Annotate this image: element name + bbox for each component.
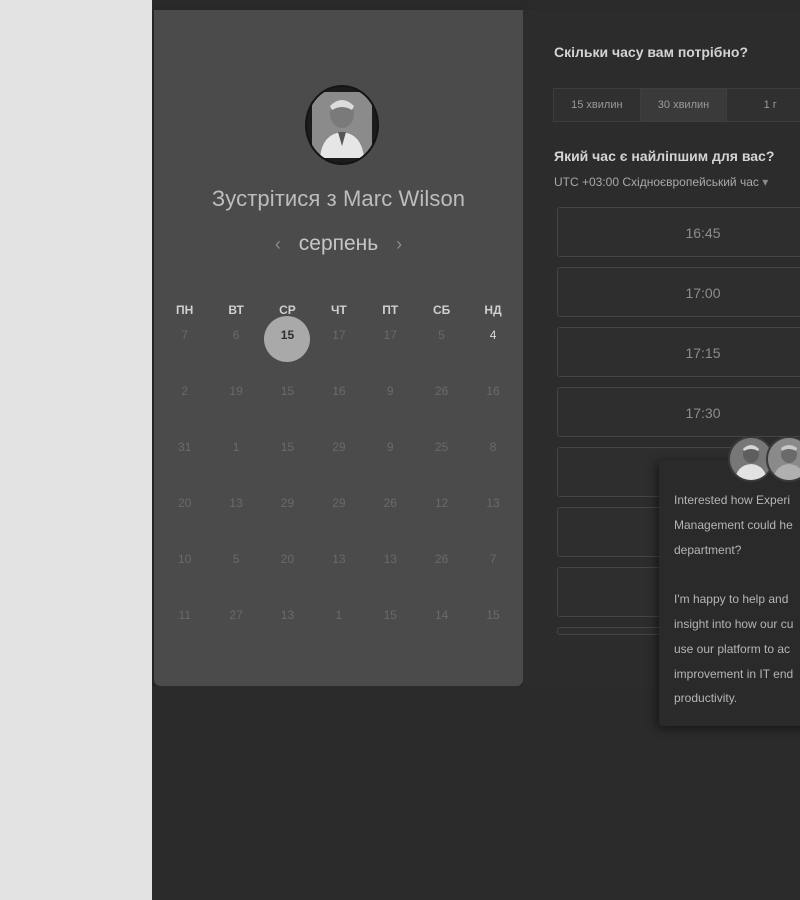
calendar-day: 7 bbox=[489, 552, 497, 566]
calendar-week: 10 5 20 13 13 26 7 bbox=[159, 552, 519, 608]
calendar-day: 9 bbox=[386, 384, 394, 398]
calendar-day: 19 bbox=[229, 384, 243, 398]
calendar-day: 26 bbox=[383, 496, 397, 510]
chat-message: Interested how Experi Management could h… bbox=[674, 488, 800, 711]
chat-message-popup[interactable]: Interested how Experi Management could h… bbox=[659, 460, 800, 726]
weekday-thu: ЧТ bbox=[330, 303, 347, 317]
calendar-grid: 7 6 15 17 17 5 4 2 19 15 16 9 26 16 31 1… bbox=[159, 328, 519, 664]
chat-line: I'm happy to help and bbox=[674, 592, 789, 607]
weekday-tue: ВТ bbox=[228, 303, 244, 317]
weekday-wed: СР bbox=[279, 303, 296, 317]
calendar-day: 2 bbox=[181, 384, 189, 398]
time-slot[interactable]: 16:45 bbox=[557, 207, 800, 257]
calendar-day: 29 bbox=[332, 440, 346, 454]
calendar-day: 15 bbox=[280, 440, 295, 454]
calendar-day: 16 bbox=[486, 384, 500, 398]
calendar-day: 31 bbox=[178, 440, 192, 454]
chat-line: use our platform to ac bbox=[674, 641, 791, 656]
calendar-day: 17 bbox=[332, 328, 346, 342]
calendar-panel: Зустрітися з Marc Wilson ‹ серпень › ПН … bbox=[154, 10, 523, 686]
duration-option-60[interactable]: 1 г bbox=[727, 89, 800, 121]
top-strip bbox=[152, 0, 800, 10]
agent-portrait-2 bbox=[768, 438, 800, 480]
calendar-week: 31 1 15 29 9 25 8 bbox=[159, 440, 519, 496]
calendar-day: 1 bbox=[232, 440, 240, 454]
host-avatar bbox=[305, 85, 379, 165]
month-navigation: ‹ серпень › bbox=[154, 232, 523, 256]
host-portrait bbox=[312, 92, 372, 158]
calendar-day: 7 bbox=[181, 328, 189, 342]
calendar-day: 13 bbox=[486, 496, 500, 510]
calendar-day: 13 bbox=[229, 496, 243, 510]
weekday-fri: ПТ bbox=[382, 303, 399, 317]
calendar-day: 29 bbox=[280, 496, 295, 510]
calendar-week: 2 19 15 16 9 26 16 bbox=[159, 384, 519, 440]
page-background bbox=[0, 0, 152, 900]
calendar-day: 20 bbox=[178, 496, 192, 510]
timezone-text: UTC +03:00 Східноєвропейський час bbox=[554, 175, 759, 189]
calendar-day: 20 bbox=[280, 552, 295, 566]
calendar-day: 6 bbox=[232, 328, 240, 342]
calendar-day-selected[interactable]: 15 bbox=[262, 328, 313, 384]
calendar-day: 9 bbox=[386, 440, 394, 454]
calendar-week: 20 13 29 29 26 12 13 bbox=[159, 496, 519, 552]
calendar-day: 15 bbox=[280, 384, 295, 398]
time-slot-label: 17:30 bbox=[685, 405, 721, 421]
duration-question: Скільки часу вам потрібно? bbox=[554, 44, 749, 60]
calendar-day: 26 bbox=[434, 552, 449, 566]
calendar-day: 26 bbox=[434, 384, 449, 398]
weekday-mon: ПН bbox=[176, 303, 194, 317]
selected-day-number: 15 bbox=[280, 328, 295, 342]
calendar-week: 7 6 15 17 17 5 4 bbox=[159, 328, 519, 384]
calendar-week: 11 27 13 1 15 14 15 bbox=[159, 608, 519, 664]
calendar-day: 5 bbox=[232, 552, 240, 566]
duration-selector: 15 хвилин 30 хвилин 1 г bbox=[553, 88, 800, 122]
chat-line: productivity. bbox=[674, 691, 738, 706]
calendar-day: 11 bbox=[178, 608, 191, 622]
calendar-day: 13 bbox=[332, 552, 346, 566]
calendar-day: 13 bbox=[280, 608, 295, 622]
calendar-day: 15 bbox=[486, 608, 500, 622]
calendar-day: 29 bbox=[332, 496, 346, 510]
chat-line: Interested how Experi bbox=[674, 493, 791, 507]
weekday-sun: НД bbox=[484, 303, 502, 317]
calendar-day: 5 bbox=[438, 328, 445, 342]
time-slot[interactable]: 17:30 bbox=[557, 387, 800, 437]
time-question: Який час є найліпшим для вас? bbox=[554, 148, 775, 164]
calendar-day: 25 bbox=[434, 440, 449, 454]
next-month-chevron-icon[interactable]: › bbox=[384, 234, 414, 254]
chat-line: Management could he bbox=[674, 517, 793, 532]
calendar-day: 12 bbox=[434, 496, 449, 510]
timezone-label[interactable]: UTC +03:00 Східноєвропейський час ▾ bbox=[554, 175, 768, 189]
chat-line: department? bbox=[674, 542, 742, 557]
calendar-day: 10 bbox=[178, 552, 192, 566]
calendar-day: 13 bbox=[383, 552, 397, 566]
calendar-day: 17 bbox=[383, 328, 397, 342]
time-slot[interactable]: 17:15 bbox=[557, 327, 800, 377]
calendar-day: 8 bbox=[489, 440, 497, 454]
calendar-day: 27 bbox=[229, 608, 243, 622]
booking-overlay: Зустрітися з Marc Wilson ‹ серпень › ПН … bbox=[152, 0, 800, 900]
time-slot-label: 16:45 bbox=[685, 225, 721, 241]
time-slot-label: 17:00 bbox=[685, 285, 721, 301]
duration-option-15[interactable]: 15 хвилин bbox=[554, 89, 641, 121]
weekday-header: ПН ВТ СР ЧТ ПТ СБ НД bbox=[159, 303, 519, 317]
prev-month-chevron-icon[interactable]: ‹ bbox=[263, 234, 293, 254]
weekday-sat: СБ bbox=[433, 303, 451, 317]
month-label: серпень bbox=[298, 232, 379, 255]
calendar-day: 14 bbox=[434, 608, 449, 622]
calendar-day-available[interactable]: 4 bbox=[467, 328, 518, 384]
calendar-day: 16 bbox=[332, 384, 346, 398]
time-slot-label: 17:15 bbox=[685, 345, 721, 361]
chat-spacer bbox=[674, 562, 800, 587]
meeting-title: Зустрітися з Marc Wilson bbox=[211, 186, 466, 211]
duration-option-30[interactable]: 30 хвилин bbox=[640, 89, 728, 121]
chevron-down-icon: ▾ bbox=[762, 175, 769, 189]
chat-line: insight into how our cu bbox=[674, 616, 794, 631]
chat-line: improvement in IT end bbox=[674, 666, 794, 681]
time-slot[interactable]: 17:00 bbox=[557, 267, 800, 317]
calendar-day: 1 bbox=[335, 608, 343, 622]
calendar-day: 15 bbox=[383, 608, 397, 622]
